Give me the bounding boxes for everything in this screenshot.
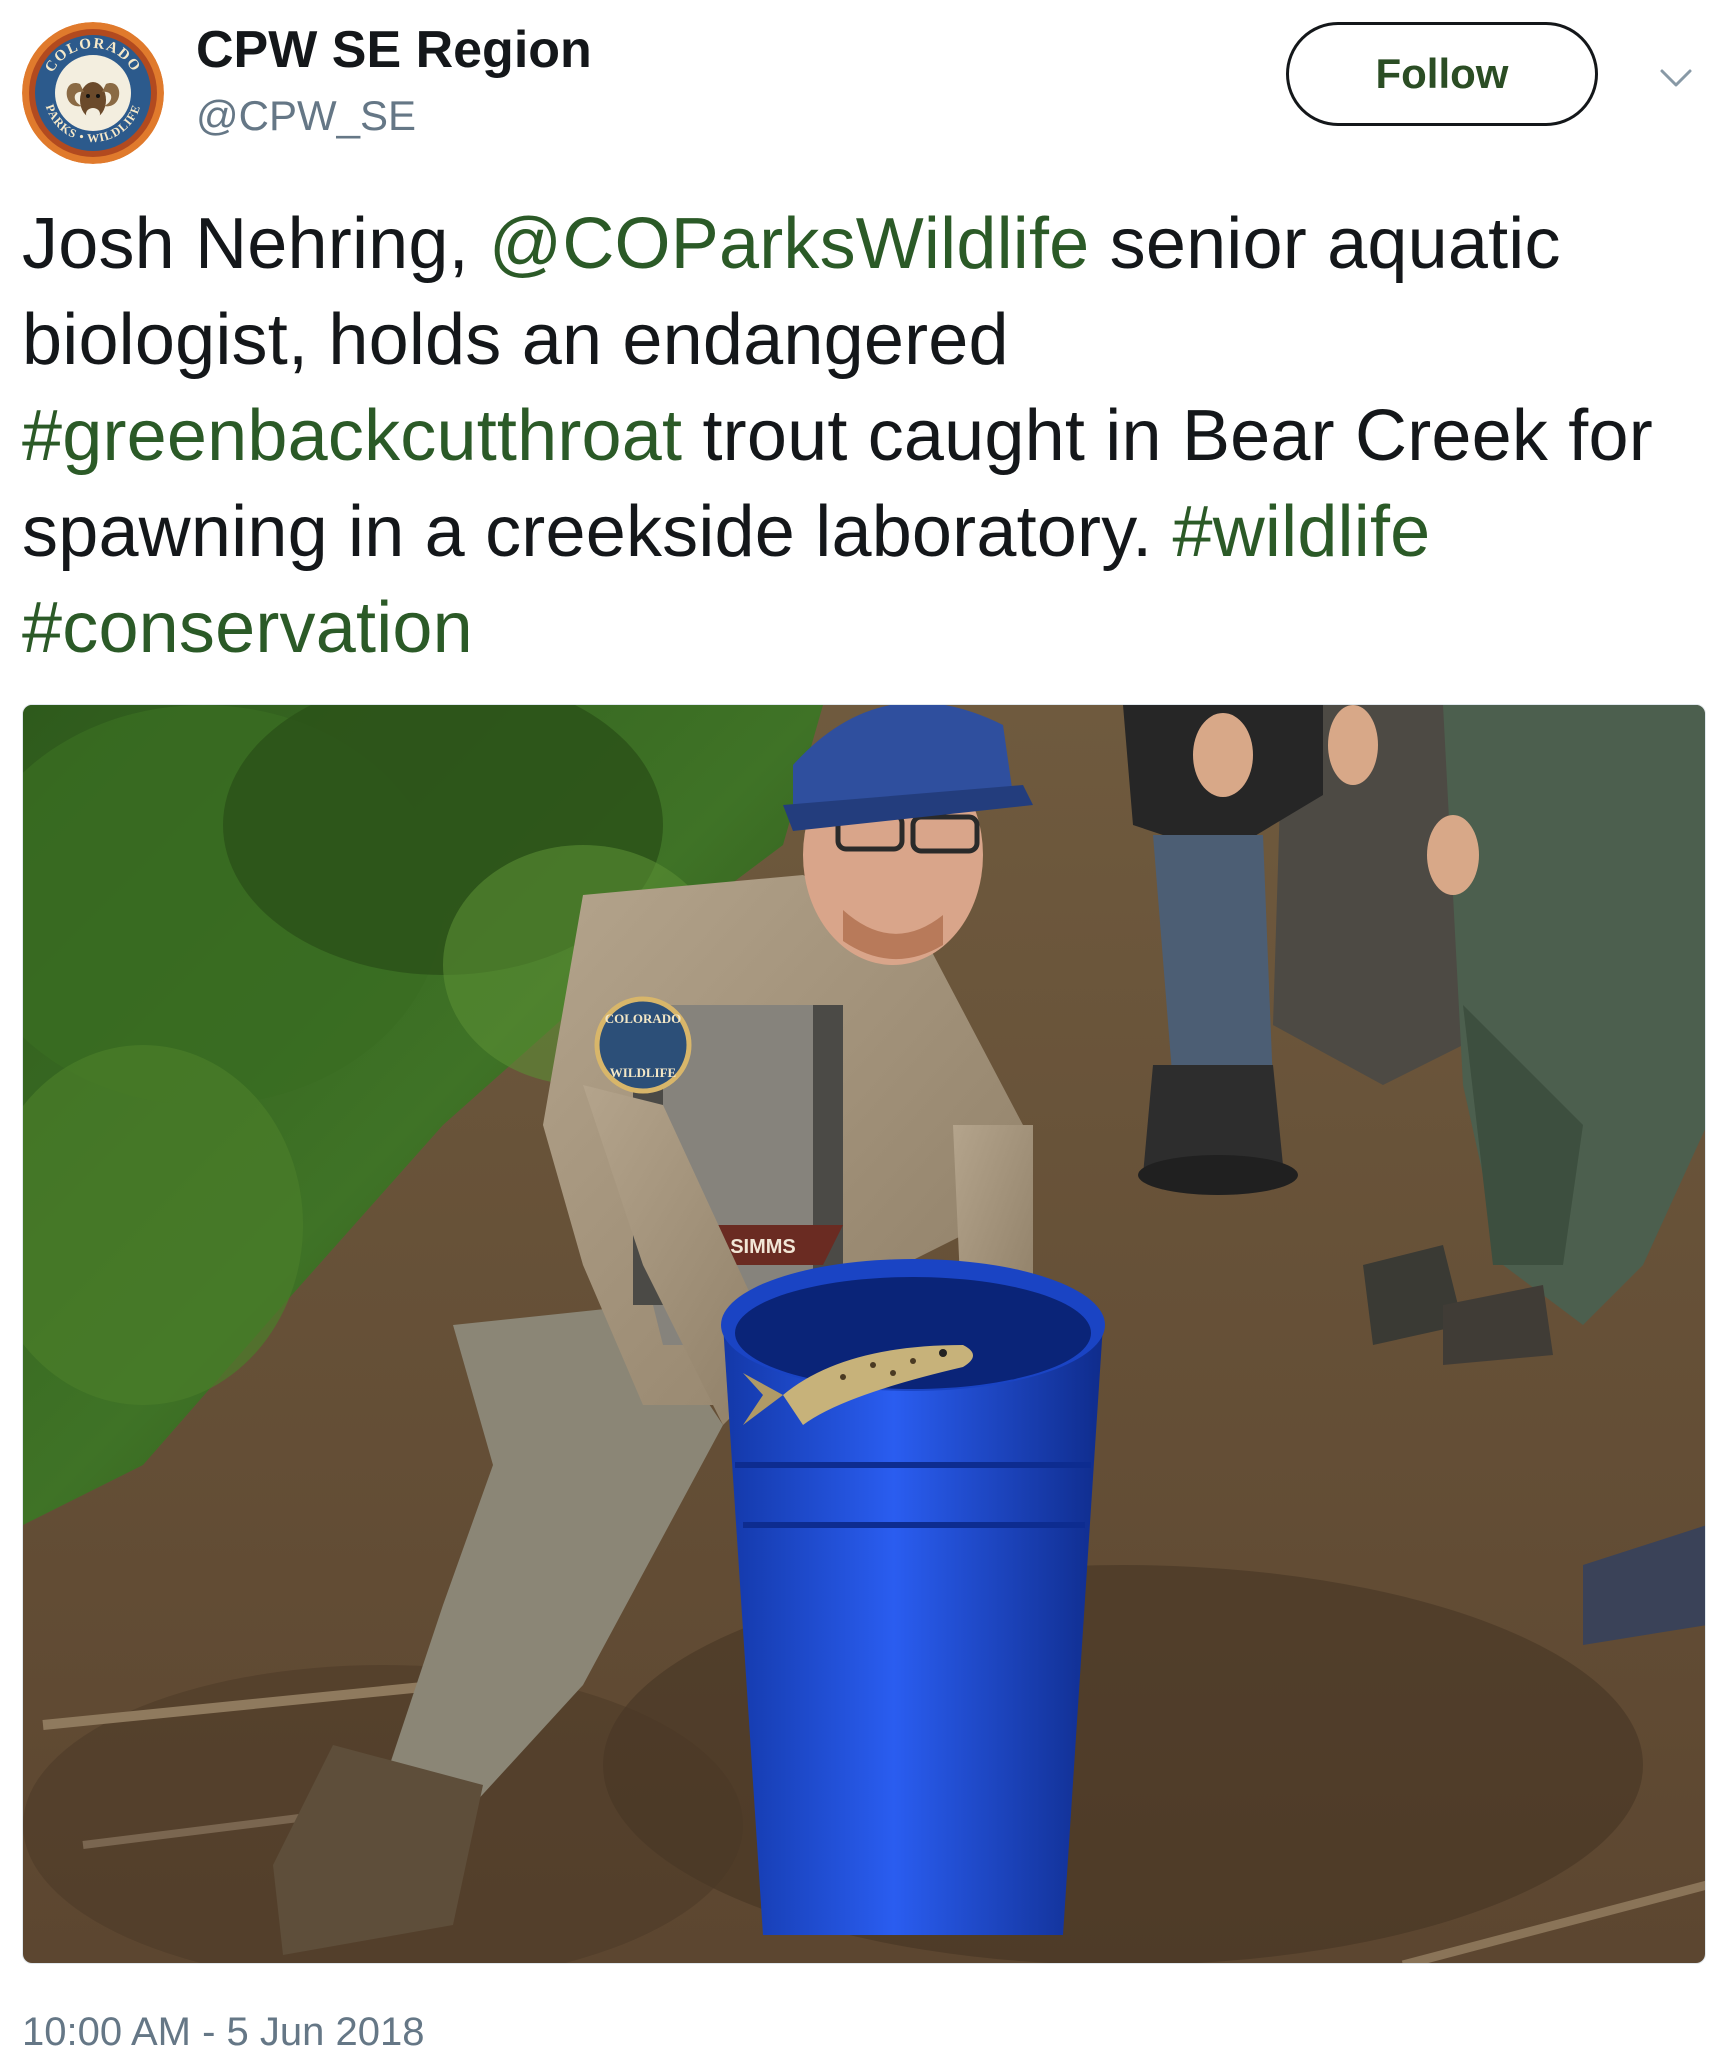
hashtag-link[interactable]: #wildlife — [1172, 492, 1430, 572]
hashtag-link[interactable]: #conservation — [22, 588, 473, 668]
tweet-text: Josh Nehring, @COParksWildlife senior aq… — [22, 196, 1682, 676]
author-handle[interactable]: @CPW_SE — [196, 88, 592, 144]
waders-brand-text: SIMMS — [730, 1236, 796, 1258]
follow-button[interactable]: Follow — [1286, 22, 1598, 126]
hashtag-link[interactable]: #greenbackcutthroat — [22, 396, 682, 476]
colorado-parks-wildlife-logo-icon: COLORADO PARKS • WILDLIFE — [22, 22, 164, 164]
tweet-timestamp[interactable]: 10:00 AM - 5 Jun 2018 — [22, 2008, 425, 2056]
author-info: CPW SE Region @CPW_SE — [196, 18, 592, 144]
more-options-button[interactable] — [1656, 58, 1696, 98]
mention-link[interactable]: @COParksWildlife — [489, 204, 1089, 284]
tweet-text-segment: Josh Nehring, — [22, 204, 490, 284]
chevron-down-icon — [1660, 69, 1692, 87]
tweet-card: COLORADO PARKS • WILDLIFE CPW SE Region … — [0, 0, 1724, 2066]
photo-biologist-holding-trout: SIMMS COLORADO WILDLIFE — [23, 705, 1705, 1963]
author-avatar[interactable]: COLORADO PARKS • WILDLIFE — [22, 22, 164, 164]
patch-bottom-text: WILDLIFE — [610, 1065, 676, 1080]
tweet-photo[interactable]: SIMMS COLORADO WILDLIFE — [22, 704, 1706, 1964]
author-display-name[interactable]: CPW SE Region — [196, 18, 592, 82]
patch-top-text: COLORADO — [605, 1011, 682, 1026]
